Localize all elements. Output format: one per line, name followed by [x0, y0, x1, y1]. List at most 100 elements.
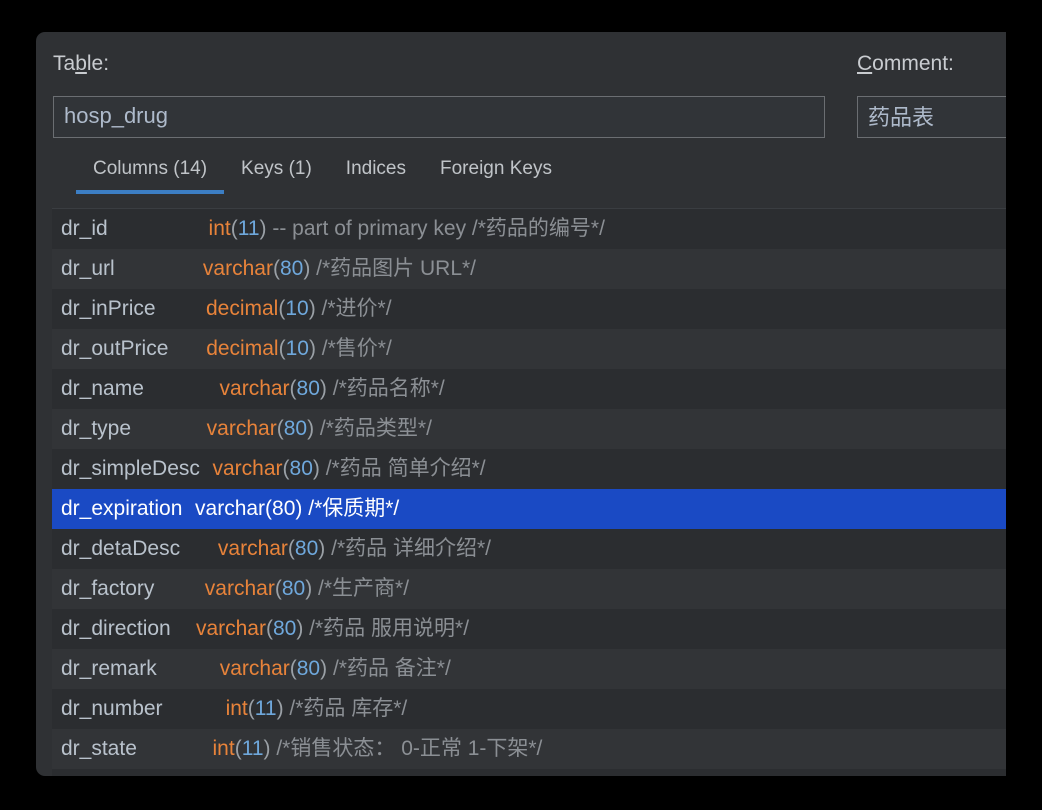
column-comment: /*药品图片 URL*/: [310, 257, 477, 280]
column-name: dr_expiration: [61, 497, 183, 520]
table-label-mnemonic: b: [75, 52, 87, 75]
columns-list[interactable]: dr_id int(11) -- part of primary key /*药…: [52, 208, 1006, 776]
column-name: dr_state: [61, 737, 137, 760]
column-spacer: [157, 659, 220, 682]
column-name: dr_detaDesc: [61, 537, 181, 560]
column-type: varchar: [195, 497, 266, 520]
column-row[interactable]: dr_id int(11) -- part of primary key /*药…: [52, 209, 1006, 249]
column-size: 80: [296, 377, 320, 400]
tab-label: Keys (1): [241, 158, 312, 179]
column-spacer: [115, 259, 203, 282]
column-type: varchar: [212, 457, 283, 480]
column-name: dr_number: [61, 697, 163, 720]
column-spacer: [163, 699, 226, 722]
column-size: 80: [294, 537, 319, 560]
column-type: varchar: [219, 377, 290, 400]
column-paren-close: ): [276, 697, 284, 720]
column-row[interactable]: dr_url varchar(80) /*药品图片 URL*/: [52, 249, 1006, 289]
column-paren-close: ): [263, 737, 271, 760]
column-size: 80: [272, 617, 297, 640]
column-type: decimal: [205, 297, 279, 320]
column-row[interactable]: dr_name varchar(80) /*药品名称*/: [52, 369, 1006, 409]
column-paren-open: (: [265, 617, 273, 640]
column-paren-open: (: [274, 577, 282, 600]
table-editor-panel: Table: Comment: Columns (14) Keys (1) Indi…: [36, 32, 1006, 776]
comment-label: Comment:: [857, 52, 954, 76]
column-paren-open: (: [272, 257, 280, 280]
column-type: int: [225, 697, 248, 720]
column-comment: /*药品类型*/: [314, 417, 432, 440]
column-spacer: [144, 379, 220, 402]
column-comment: /*药品 备注*/: [327, 657, 451, 680]
column-spacer: [156, 299, 206, 322]
column-spacer: [171, 619, 196, 642]
column-paren-open: (: [289, 657, 297, 680]
column-paren-open: (: [282, 457, 290, 480]
column-paren-close: ): [308, 337, 316, 360]
column-size: 80: [289, 457, 313, 480]
column-row[interactable]: dr_type varchar(80) /*药品类型*/: [52, 409, 1006, 449]
column-name: dr_factory: [61, 577, 155, 600]
column-type: int: [208, 217, 231, 240]
column-paren-close: ): [307, 417, 315, 440]
table-name-label: Table:: [53, 52, 109, 76]
column-paren-open: (: [287, 537, 295, 560]
column-type: varchar: [204, 577, 275, 600]
column-row[interactable]: dr_state int(11) /*销售状态： 0-正常 1-下架*/: [52, 729, 1006, 769]
comment-label-text-post: omment:: [872, 52, 954, 75]
column-comment: /*售价*/: [315, 337, 392, 360]
column-spacer: [168, 339, 206, 362]
column-type: varchar: [217, 537, 288, 560]
column-paren-open: (: [278, 337, 286, 360]
column-row[interactable]: dr_expiration varchar(80) /*保质期*/: [52, 489, 1006, 529]
column-comment: /*销售状态： 0-正常 1-下架*/: [270, 737, 543, 760]
tab-label: Foreign Keys: [440, 158, 552, 179]
column-row[interactable]: dr_direction varchar(80) /*药品 服用说明*/: [52, 609, 1006, 649]
column-size: 80: [283, 417, 308, 440]
column-size: 11: [241, 737, 264, 760]
column-row[interactable]: dr_detaDesc varchar(80) /*药品 详细介绍*/: [52, 529, 1006, 569]
column-type: varchar: [202, 257, 273, 280]
column-comment: /*生产商*/: [312, 577, 410, 600]
column-paren-open: (: [247, 697, 255, 720]
column-spacer: [182, 499, 195, 522]
column-spacer: [154, 579, 204, 602]
column-size: 80: [296, 657, 321, 680]
column-comment: /*药品的编号*/: [466, 217, 605, 240]
column-row[interactable]: dr_inPrice decimal(10) /*进价*/: [52, 289, 1006, 329]
tab-foreign-keys[interactable]: Foreign Keys: [423, 150, 569, 194]
column-paren-open: (: [230, 217, 238, 240]
column-spacer: [200, 459, 213, 482]
tab-label: Columns (14): [93, 158, 208, 179]
column-size: 10: [285, 337, 309, 360]
table-comment-input[interactable]: [857, 96, 1006, 138]
table-name-input[interactable]: [53, 96, 825, 138]
column-size: 10: [285, 297, 309, 320]
column-row[interactable]: dr_simpleDesc varchar(80) /*药品 简单介绍*/: [52, 449, 1006, 489]
column-row[interactable]: dr_number int(11) /*药品 库存*/: [52, 689, 1006, 729]
tab-keys-1[interactable]: Keys (1): [224, 150, 329, 194]
column-name: dr_inPrice: [61, 297, 156, 320]
column-comment: /*药品 详细介绍*/: [325, 537, 491, 560]
column-name: dr_outPrice: [61, 337, 169, 360]
tab-columns-14[interactable]: Columns (14): [76, 150, 225, 194]
tab-indices[interactable]: Indices: [329, 150, 423, 194]
column-size: 11: [254, 697, 277, 720]
column-paren-open: (: [265, 497, 273, 520]
column-spacer: [108, 219, 209, 242]
column-row[interactable]: dr_outPrice decimal(10) /*售价*/: [52, 329, 1006, 369]
column-name: dr_remark: [61, 657, 157, 680]
column-size: 80: [281, 577, 306, 600]
column-row[interactable]: dr_remark varchar(80) /*药品 备注*/: [52, 649, 1006, 689]
column-type: varchar: [195, 617, 266, 640]
column-spacer: [180, 539, 218, 562]
column-name: dr_type: [61, 417, 132, 440]
column-name: dr_id: [61, 217, 108, 240]
column-comment: /*药品 服用说明*/: [303, 617, 470, 640]
column-key-note: -- part of primary key: [266, 217, 467, 240]
column-row[interactable]: dr_factory varchar(80) /*生产商*/: [52, 569, 1006, 609]
column-comment: /*保质期*/: [302, 497, 400, 520]
column-size: 80: [272, 497, 296, 520]
column-paren-close: ): [319, 377, 327, 400]
column-paren-open: (: [276, 417, 284, 440]
